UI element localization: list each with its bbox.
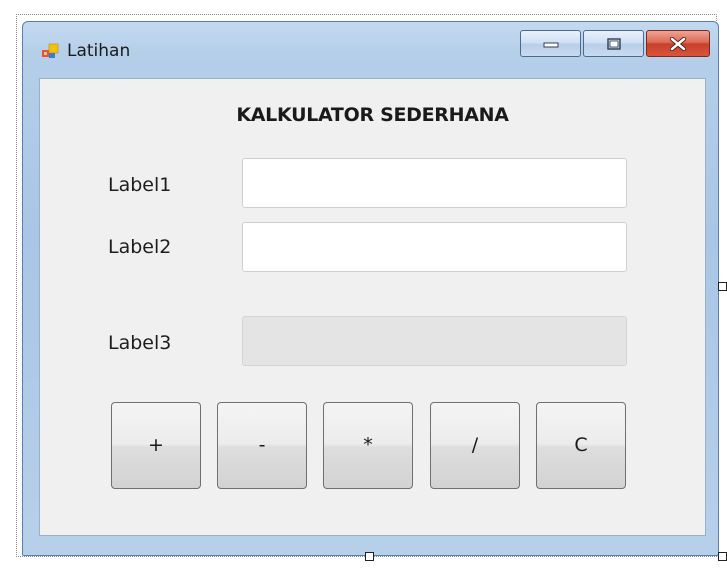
resize-handle-bottom[interactable]	[365, 552, 374, 561]
maximize-button[interactable]	[583, 30, 644, 57]
label2: Label2	[108, 236, 172, 258]
form-client-area: KALKULATOR SEDERHANA Label1 Label2 Label…	[39, 78, 706, 536]
window-title: Latihan	[67, 41, 131, 61]
multiply-button[interactable]: *	[323, 402, 413, 489]
caption-buttons	[520, 30, 710, 58]
input1-field[interactable]	[242, 158, 627, 208]
subtract-button[interactable]: -	[217, 402, 307, 489]
close-icon	[669, 36, 687, 51]
label3: Label3	[108, 332, 172, 354]
close-button[interactable]	[646, 30, 710, 57]
maximize-icon	[606, 37, 621, 50]
form-window: Latihan KALKULATOR SEDERHANA Label1 Labe…	[22, 21, 719, 556]
minimize-button[interactable]	[520, 30, 581, 57]
result-field[interactable]	[242, 316, 627, 366]
calculator-title: KALKULATOR SEDERHANA	[236, 104, 509, 126]
add-button[interactable]: +	[111, 402, 201, 489]
divide-button[interactable]: /	[430, 402, 520, 489]
title-bar[interactable]: Latihan	[23, 22, 718, 78]
resize-handle-bottom-right[interactable]	[718, 552, 727, 561]
input2-field[interactable]	[242, 222, 627, 272]
app-form-icon	[42, 43, 59, 58]
label1: Label1	[108, 174, 172, 196]
minimize-icon	[543, 42, 558, 47]
resize-handle-right[interactable]	[718, 282, 727, 291]
clear-button[interactable]: C	[536, 402, 626, 489]
